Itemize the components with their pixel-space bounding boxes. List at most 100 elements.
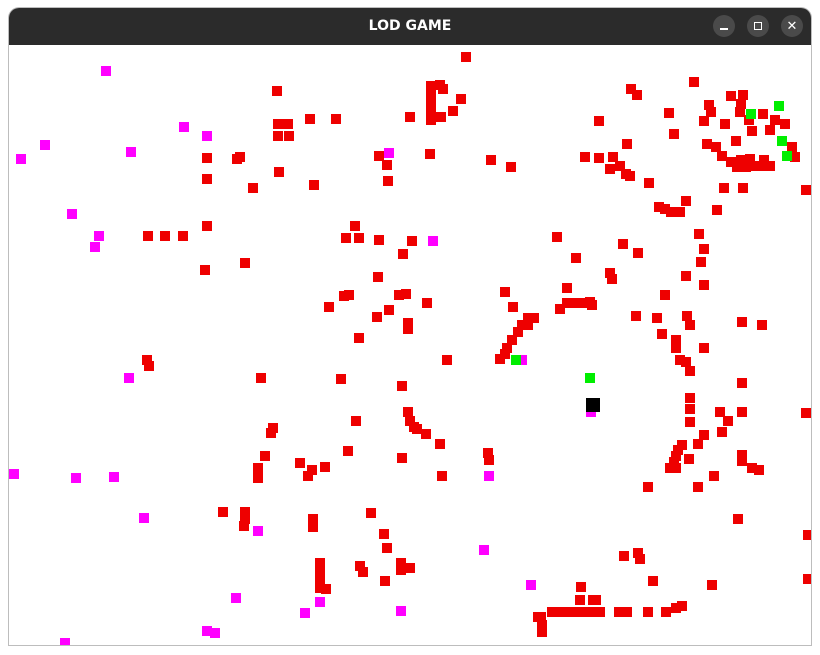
enemy-square	[677, 601, 687, 611]
enemy-square	[735, 107, 745, 117]
minimize-icon	[720, 28, 728, 30]
enemy-square	[253, 473, 263, 483]
enemy-square	[755, 161, 765, 171]
minimize-button[interactable]	[713, 15, 735, 37]
maximize-icon	[754, 22, 762, 30]
enemy-square	[669, 129, 679, 139]
enemy-square	[260, 451, 270, 461]
enemy-square	[438, 84, 448, 94]
enemy-square	[274, 167, 284, 177]
item-square	[109, 472, 119, 482]
enemy-square	[341, 233, 351, 243]
enemy-square	[344, 290, 354, 300]
enemy-square	[575, 595, 585, 605]
enemy-square	[622, 607, 632, 617]
enemy-square	[801, 185, 811, 195]
enemy-square	[461, 52, 471, 62]
item-square	[396, 606, 406, 616]
enemy-square	[765, 161, 775, 171]
enemy-square	[682, 311, 692, 321]
enemy-square	[723, 416, 733, 426]
enemy-square	[737, 378, 747, 388]
enemy-square	[671, 463, 681, 473]
enemy-square	[595, 607, 605, 617]
enemy-square	[321, 584, 331, 594]
enemy-square	[757, 320, 767, 330]
enemy-square	[283, 119, 293, 129]
enemy-square	[374, 235, 384, 245]
enemy-square	[160, 231, 170, 241]
enemy-square	[425, 149, 435, 159]
enemy-square	[486, 155, 496, 165]
enemy-square	[426, 98, 436, 108]
enemy-square	[737, 317, 747, 327]
item-square	[9, 469, 19, 479]
game-canvas[interactable]	[9, 45, 811, 645]
enemy-square	[552, 232, 562, 242]
pickup-square	[782, 151, 792, 161]
enemy-square	[741, 162, 751, 172]
enemy-square	[704, 100, 714, 110]
enemy-square	[562, 283, 572, 293]
enemy-square	[331, 114, 341, 124]
enemy-square	[379, 529, 389, 539]
enemy-square	[765, 125, 775, 135]
close-button[interactable]: ✕	[781, 15, 803, 37]
enemy-square	[200, 265, 210, 275]
enemy-square	[733, 514, 743, 524]
game-scene	[9, 52, 811, 645]
enemy-square	[426, 115, 436, 125]
enemy-square	[633, 248, 643, 258]
enemy-square	[580, 152, 590, 162]
enemy-square	[380, 576, 390, 586]
title-bar[interactable]: LOD GAME ✕	[9, 8, 811, 45]
enemy-square	[643, 482, 653, 492]
enemy-square	[699, 280, 709, 290]
enemy-square	[456, 94, 466, 104]
pickup-square	[511, 355, 521, 365]
enemy-square	[737, 456, 747, 466]
enemy-square	[421, 429, 431, 439]
game-window: LOD GAME ✕	[9, 8, 811, 645]
enemy-square	[587, 300, 597, 310]
enemy-square	[373, 272, 383, 282]
enemy-square	[239, 521, 249, 531]
enemy-square	[758, 109, 768, 119]
enemy-square	[681, 271, 691, 281]
enemy-square	[437, 471, 447, 481]
enemy-square	[675, 207, 685, 217]
enemy-square	[591, 595, 601, 605]
enemy-square	[631, 311, 641, 321]
enemy-square	[671, 343, 681, 353]
pickup-square	[746, 109, 756, 119]
enemy-square	[770, 115, 780, 125]
enemy-square	[681, 196, 691, 206]
item-square	[479, 545, 489, 555]
maximize-button[interactable]	[747, 15, 769, 37]
item-square	[231, 593, 241, 603]
enemy-square	[397, 453, 407, 463]
enemy-square	[397, 381, 407, 391]
enemy-square	[308, 522, 318, 532]
item-square	[428, 236, 438, 246]
enemy-square	[407, 236, 417, 246]
pickup-square	[777, 136, 787, 146]
enemy-square	[685, 320, 695, 330]
enemy-square	[324, 302, 334, 312]
item-square	[300, 608, 310, 618]
enemy-square	[699, 116, 709, 126]
enemy-square	[571, 253, 581, 263]
item-square	[124, 373, 134, 383]
enemy-square	[685, 417, 695, 427]
enemy-square	[618, 239, 628, 249]
enemy-square	[694, 229, 704, 239]
enemy-square	[693, 482, 703, 492]
enemy-square	[605, 164, 615, 174]
enemy-square	[366, 508, 376, 518]
enemy-square	[351, 416, 361, 426]
enemy-square	[536, 612, 546, 622]
enemy-square	[608, 152, 618, 162]
item-square	[71, 473, 81, 483]
enemy-square	[594, 116, 604, 126]
enemy-square	[143, 231, 153, 241]
